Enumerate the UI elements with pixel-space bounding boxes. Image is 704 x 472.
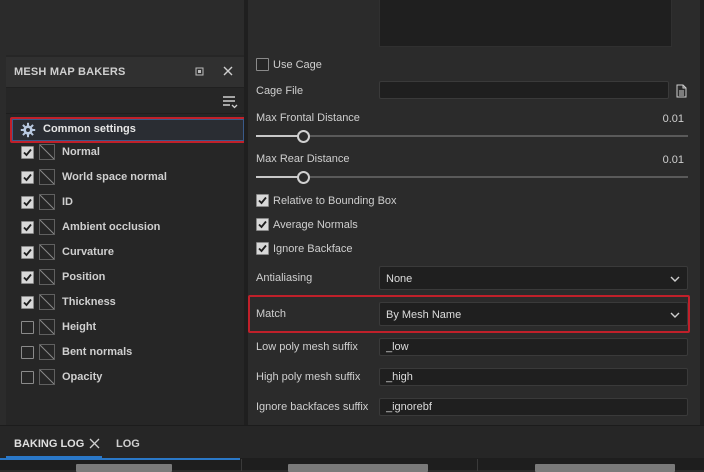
average-normals-checkbox[interactable]	[256, 218, 269, 231]
gear-icon	[20, 122, 36, 138]
baker-label: Position	[62, 271, 106, 283]
antialiasing-value: None	[386, 273, 413, 285]
high-poly-suffix-input[interactable]	[379, 368, 688, 386]
baker-enable-checkbox[interactable]	[21, 196, 34, 209]
tab-baking-log[interactable]: BAKING LOG	[6, 432, 84, 456]
baker-item[interactable]: ID	[6, 191, 244, 215]
antialiasing-select[interactable]: None	[379, 266, 688, 290]
common-settings-label: Common settings	[43, 123, 136, 135]
match-value: By Mesh Name	[386, 309, 462, 321]
baker-enable-checkbox[interactable]	[21, 296, 34, 309]
relative-bounding-box-label: Relative to Bounding Box	[273, 195, 397, 207]
baker-thumbnail-icon	[39, 169, 55, 185]
cage-file-label: Cage File	[256, 85, 304, 97]
baker-enable-checkbox[interactable]	[21, 271, 34, 284]
antialiasing-label: Antialiasing	[256, 272, 313, 284]
chevron-down-icon	[670, 310, 680, 320]
panel-empty-area	[6, 396, 244, 425]
baker-item[interactable]: Normal	[6, 141, 244, 165]
baker-enable-checkbox[interactable]	[21, 246, 34, 259]
baker-item[interactable]: Ambient occlusion	[6, 216, 244, 240]
baker-enable-checkbox[interactable]	[21, 371, 34, 384]
baker-label: World space normal	[62, 171, 167, 183]
log-column-header	[76, 464, 172, 472]
tab-baking-log-underline	[6, 456, 102, 458]
max-rear-distance-value: 0.01	[662, 154, 684, 166]
active-tab-accent	[0, 458, 240, 460]
ignore-backfaces-suffix-input[interactable]	[379, 398, 688, 416]
baker-label: Opacity	[62, 371, 103, 383]
baker-enable-checkbox[interactable]	[21, 146, 34, 159]
baker-enable-checkbox[interactable]	[21, 321, 34, 334]
log-column-header	[535, 464, 675, 472]
use-cage-label: Use Cage	[273, 59, 322, 71]
common-settings-item[interactable]: Common settings	[10, 117, 246, 143]
baker-label: Thickness	[62, 296, 116, 308]
cage-file-input[interactable]	[379, 81, 669, 99]
preview-area	[379, 0, 672, 47]
bottom-tab-bar: BAKING LOG LOG	[0, 425, 704, 472]
baker-thumbnail-icon	[39, 219, 55, 235]
ignore-backface-checkbox[interactable]	[256, 242, 269, 255]
filter-icon[interactable]	[222, 94, 238, 110]
baker-label: Ambient occlusion	[62, 221, 161, 233]
mesh-map-bakers-panel: MESH MAP BAKERS Common settings Normal W…	[6, 0, 246, 425]
match-label: Match	[256, 308, 286, 320]
log-column-separator	[241, 459, 242, 471]
close-icon[interactable]	[221, 64, 235, 78]
close-icon[interactable]	[89, 438, 100, 449]
baker-item[interactable]: World space normal	[6, 166, 244, 190]
ignore-backface-label: Ignore Backface	[273, 243, 353, 255]
max-frontal-distance-label: Max Frontal Distance	[256, 112, 360, 124]
baker-item[interactable]: Bent normals	[6, 341, 244, 365]
max-rear-distance-label: Max Rear Distance	[256, 153, 350, 165]
log-column-header	[288, 464, 428, 472]
match-select[interactable]: By Mesh Name	[379, 302, 688, 326]
low-poly-suffix-label: Low poly mesh suffix	[256, 341, 358, 353]
baker-label: Bent normals	[62, 346, 133, 358]
baker-enable-checkbox[interactable]	[21, 221, 34, 234]
relative-bounding-box-checkbox[interactable]	[256, 194, 269, 207]
baker-thumbnail-icon	[39, 269, 55, 285]
use-cage-checkbox[interactable]	[256, 58, 269, 71]
baker-item[interactable]: Curvature	[6, 241, 244, 265]
baker-thumbnail-icon	[39, 294, 55, 310]
float-window-icon[interactable]	[193, 65, 207, 79]
panel-top-area	[6, 0, 244, 55]
baker-label: Height	[62, 321, 97, 333]
chevron-down-icon	[670, 274, 680, 284]
baker-enable-checkbox[interactable]	[21, 346, 34, 359]
tab-log-label: LOG	[116, 438, 140, 450]
baker-item[interactable]: Thickness	[6, 291, 244, 315]
ignore-backfaces-suffix-label: Ignore backfaces suffix	[256, 401, 369, 413]
tab-baking-log-label: BAKING LOG	[14, 438, 85, 450]
file-icon[interactable]	[674, 84, 688, 98]
scrollbar[interactable]	[700, 0, 704, 425]
high-poly-suffix-label: High poly mesh suffix	[256, 371, 361, 383]
baker-thumbnail-icon	[39, 194, 55, 210]
max-frontal-distance-value: 0.01	[662, 113, 684, 125]
baker-enable-checkbox[interactable]	[21, 171, 34, 184]
baker-item[interactable]: Position	[6, 266, 244, 290]
panel-header: MESH MAP BAKERS	[6, 57, 244, 88]
baker-thumbnail-icon	[39, 144, 55, 160]
baker-thumbnail-icon	[39, 369, 55, 385]
average-normals-label: Average Normals	[273, 219, 358, 231]
baker-item[interactable]: Opacity	[6, 366, 244, 390]
log-column-separator	[477, 459, 478, 471]
baker-label: Normal	[62, 146, 100, 158]
max-rear-distance-slider-track[interactable]	[256, 176, 688, 178]
baker-label: Curvature	[62, 246, 114, 258]
baker-label: ID	[62, 196, 73, 208]
low-poly-suffix-input[interactable]	[379, 338, 688, 356]
baker-thumbnail-icon	[39, 344, 55, 360]
max-frontal-distance-slider-track[interactable]	[256, 135, 688, 137]
baker-thumbnail-icon	[39, 244, 55, 260]
baker-thumbnail-icon	[39, 319, 55, 335]
panel-title: MESH MAP BAKERS	[14, 66, 126, 78]
baker-item[interactable]: Height	[6, 316, 244, 340]
list-separator	[6, 113, 244, 114]
